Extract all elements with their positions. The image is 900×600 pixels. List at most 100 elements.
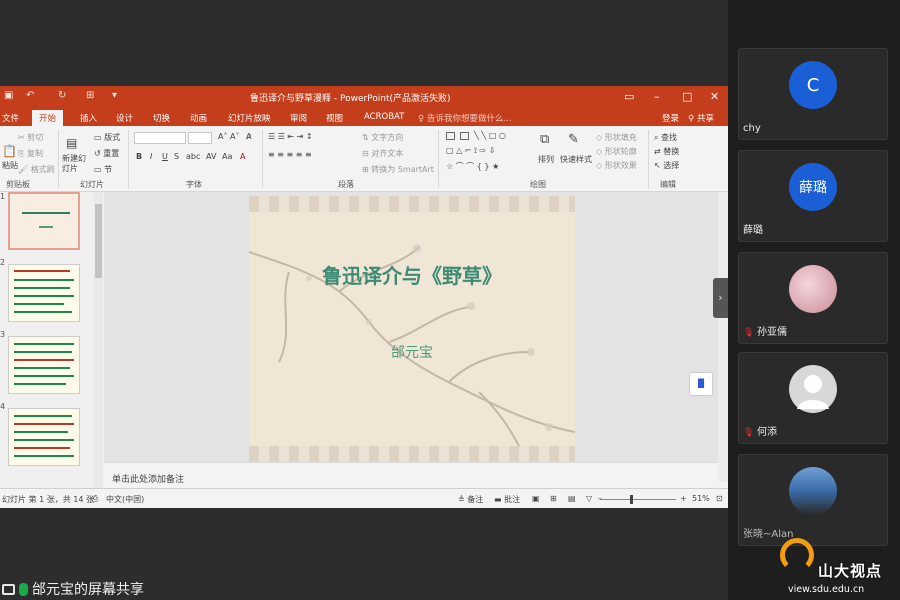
align-icons[interactable]: ≡ ≡ ≡ ≡ ≡	[268, 150, 312, 159]
find-button[interactable]: ⌕ 查找	[654, 132, 677, 143]
arrange-icon[interactable]: ⧉	[540, 132, 549, 147]
reading-view-icon[interactable]: ▤	[568, 494, 576, 503]
login-link[interactable]: 登录	[662, 112, 679, 124]
font-grow-shrink-icon[interactable]: A˄ A˅	[218, 132, 240, 141]
tab-animations[interactable]: 动画	[190, 112, 207, 124]
rectangle-shape-icon[interactable]	[460, 132, 469, 140]
slide-thumb-2[interactable]	[8, 264, 80, 322]
tab-slideshow[interactable]: 幻灯片放映	[228, 112, 271, 124]
language-status[interactable]: 中文(中国)	[106, 494, 144, 505]
font-color-icon[interactable]: A	[240, 152, 245, 161]
shapes-row-icon[interactable]: ▢ △ ⌐ ⟟ ⇨ ⇩	[446, 146, 496, 156]
shapes-row-icon[interactable]: ☆ ⌒ ⌒ { } ★	[446, 161, 499, 172]
participant-tile[interactable]: 🎙 孙亚儒	[738, 252, 888, 344]
clear-format-icon[interactable]: A̷	[246, 132, 251, 141]
canvas-scrollbar[interactable]	[718, 192, 728, 482]
smartart-button[interactable]: ⊞ 转换为 SmartArt	[362, 164, 434, 175]
quick-styles-button[interactable]: 快速样式	[560, 154, 592, 165]
arrange-button[interactable]: 排列	[538, 154, 554, 165]
ribbon-options-icon[interactable]: ▭	[624, 90, 634, 103]
paste-button[interactable]: 粘贴	[2, 160, 18, 171]
shape-outline-button[interactable]: ◇ 形状轮廓	[596, 146, 637, 157]
zoom-slider[interactable]	[600, 499, 676, 500]
font-name-input[interactable]	[134, 132, 186, 144]
tab-insert[interactable]: 插入	[80, 112, 97, 124]
participant-tile[interactable]: 薛璐 薛璐	[738, 150, 888, 242]
tab-home[interactable]: 开始	[32, 110, 64, 126]
format-painter-button[interactable]: 🖌 格式刷	[18, 164, 55, 175]
rectangle-shape-icon[interactable]	[446, 132, 455, 140]
current-slide[interactable]: 鲁迅译介与《野草》 邰元宝	[249, 196, 575, 462]
italic-icon[interactable]: I	[150, 152, 152, 161]
underline-icon[interactable]: U	[162, 152, 168, 161]
new-slide-icon[interactable]: ▤	[66, 136, 77, 150]
strikethrough-icon[interactable]: abc	[186, 152, 200, 161]
shape-effects-button[interactable]: ◇ 形状效果	[596, 160, 637, 171]
default-user-icon	[797, 375, 829, 409]
reset-button[interactable]: ↺ 重置	[94, 148, 119, 159]
paste-icon[interactable]: 📋	[2, 144, 17, 158]
zoom-slider-thumb[interactable]	[630, 495, 633, 504]
undo-icon[interactable]: ↶	[26, 90, 34, 101]
align-text-button[interactable]: ⊟ 对齐文本	[362, 148, 403, 159]
tab-view[interactable]: 视图	[326, 112, 343, 124]
layout-button[interactable]: ▭ 版式	[94, 132, 120, 143]
select-button[interactable]: ↖ 选择	[654, 160, 679, 171]
maximize-icon[interactable]: □	[682, 90, 692, 103]
zoom-level[interactable]: 51%	[692, 494, 710, 503]
close-icon[interactable]: ✕	[710, 90, 719, 103]
bold-icon[interactable]: B	[136, 152, 142, 161]
comments-button[interactable]: ▬ 批注	[494, 494, 520, 505]
notes-button[interactable]: ≜ 备注	[458, 494, 483, 505]
tab-file[interactable]: 文件	[2, 112, 19, 124]
font-size-input[interactable]	[188, 132, 212, 144]
shadow-icon[interactable]: S	[174, 152, 179, 161]
char-spacing-icon[interactable]: AV	[206, 152, 216, 161]
line-shapes-icon[interactable]: ╲ ╲ □ ○	[474, 131, 506, 140]
scrollbar-thumb[interactable]	[95, 204, 102, 278]
slide-counter: 幻灯片 第 1 张，共 14 张	[2, 495, 94, 504]
slide-thumb-4[interactable]	[8, 408, 80, 466]
spellcheck-icon[interactable]: ⎙	[92, 494, 98, 504]
sorter-view-icon[interactable]: ⊞	[550, 494, 557, 503]
tab-design[interactable]: 设计	[116, 112, 133, 124]
slide-thumb-1[interactable]	[8, 192, 80, 250]
change-case-icon[interactable]: Aa	[222, 152, 232, 161]
tab-review[interactable]: 审阅	[290, 112, 307, 124]
participant-tile[interactable]: C chy	[738, 48, 888, 140]
tab-acrobat[interactable]: ACROBAT	[364, 112, 404, 122]
normal-view-icon[interactable]: ▣	[532, 494, 540, 503]
slide-thumb-3[interactable]	[8, 336, 80, 394]
participant-tile[interactable]: 🎙 何添	[738, 352, 888, 444]
fit-slide-icon[interactable]: ⊡	[716, 494, 723, 503]
cut-button[interactable]: ✂ 剪切	[18, 132, 43, 143]
shape-fill-button[interactable]: ◇ 形状填充	[596, 132, 637, 143]
quick-access-icon[interactable]: ⊞	[86, 90, 94, 101]
redo-icon[interactable]: ↻	[58, 90, 66, 101]
share-button[interactable]: ⚲ 共享	[688, 112, 714, 124]
customize-qat-icon[interactable]: ▾	[112, 90, 117, 101]
microphone-icon[interactable]	[19, 582, 28, 596]
slideshow-view-icon[interactable]: ▽	[586, 494, 592, 503]
participant-tile[interactable]: 张晓~Alan	[738, 454, 888, 546]
notes-pane[interactable]: 单击此处添加备注	[104, 462, 718, 488]
status-bar: 幻灯片 第 1 张，共 14 张 ⎙ 中文(中国) ≜ 备注 ▬ 批注 ▣ ⊞ …	[0, 488, 728, 508]
section-button[interactable]: ▭ 节	[94, 164, 112, 175]
copy-button[interactable]: ⎘ 复制	[18, 148, 43, 159]
tab-transitions[interactable]: 切换	[153, 112, 170, 124]
replace-button[interactable]: ⇄ 替换	[654, 146, 679, 157]
zoom-in-icon[interactable]: +	[680, 494, 687, 503]
thumb-line	[14, 270, 70, 272]
save-icon[interactable]: ▣	[4, 90, 13, 101]
quick-styles-icon[interactable]: ✎	[568, 132, 579, 147]
thumbnails-scrollbar[interactable]	[94, 192, 103, 492]
bookmark-icon[interactable]: ▐▌	[689, 372, 713, 396]
slide-title[interactable]: 鲁迅译介与《野草》	[249, 260, 575, 289]
slide-author[interactable]: 邰元宝	[249, 342, 575, 362]
new-slide-button[interactable]: 新建幻灯片	[62, 154, 88, 174]
minimize-icon[interactable]: –	[654, 90, 660, 103]
bullets-icon[interactable]: ☰ ☰ ⇤ ⇥ ↕	[268, 132, 313, 141]
tell-me-search[interactable]: ♀ 告诉我你想要做什么...	[418, 112, 512, 124]
text-direction-button[interactable]: ⇅ 文字方向	[362, 132, 403, 143]
expand-panel-chevron-icon[interactable]: ›	[713, 278, 728, 318]
